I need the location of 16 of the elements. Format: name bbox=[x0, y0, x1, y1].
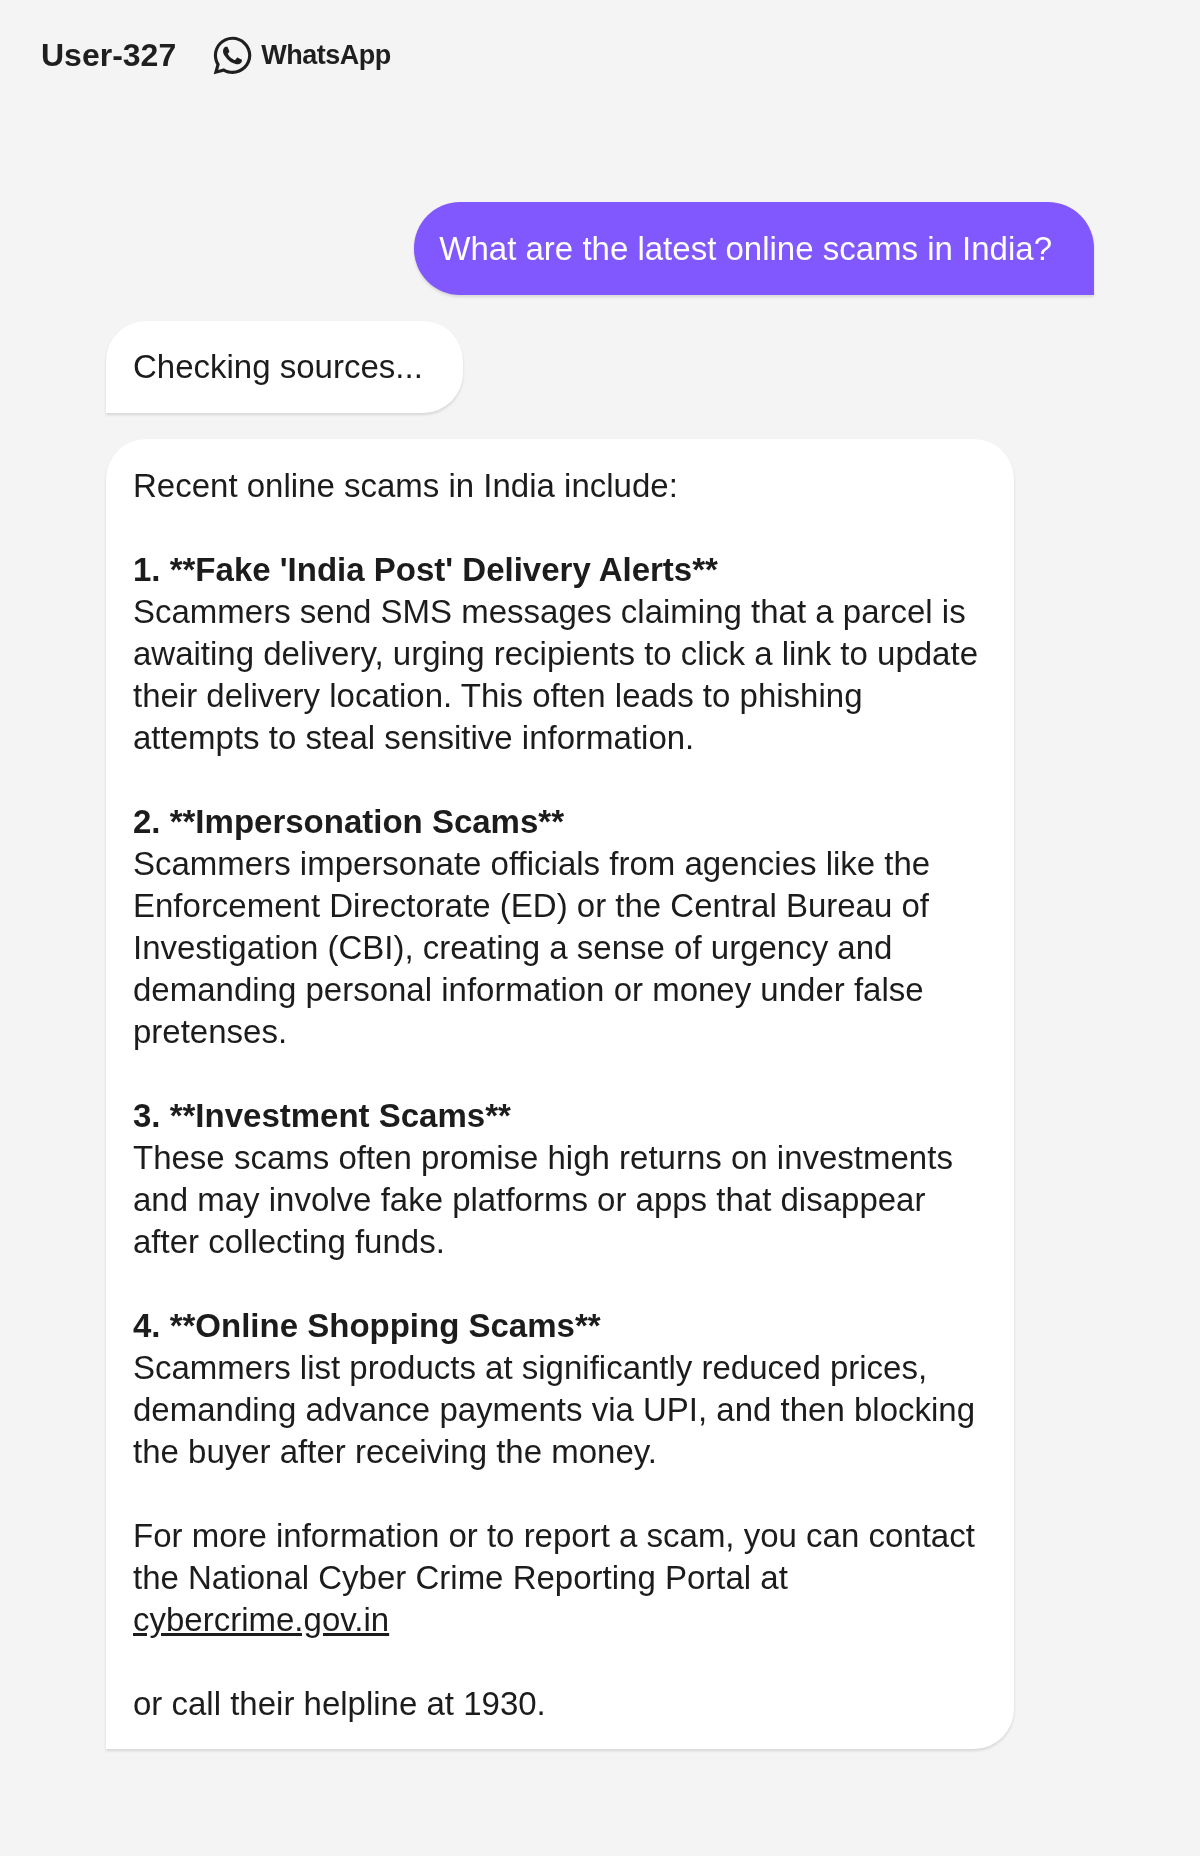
message-paragraph: or call their helpline at 1930. bbox=[133, 1684, 547, 1724]
item-text: These scams often promise high returns on investments and may involve fake platforms or apps that disappear after collecting funds. bbox=[133, 1138, 954, 1262]
item-text: Scammers send SMS messages claiming that a parcel is awaiting delivery, urging recipients to click a link to update their delivery location. This often leads to phishing attempts to steal sensitive information. bbox=[133, 592, 979, 758]
channel-name: WhatsApp bbox=[261, 39, 391, 72]
message-text: What are the latest online scams in India? bbox=[439, 230, 1052, 267]
message-paragraph: For more information or to report a scam, you can contact the National Cyber Crime Reporting Portal at cybercrime.gov.in bbox=[133, 1516, 976, 1640]
website-link[interactable]: cybercrime.gov.in bbox=[133, 1601, 390, 1638]
item-heading: 3. **Investment Scams** bbox=[133, 1096, 512, 1136]
item-heading: 2. **Impersonation Scams** bbox=[133, 802, 565, 842]
message-paragraph: Recent online scams in India include: bbox=[133, 466, 679, 506]
item-text: Scammers impersonate officials from agencies like the Enforcement Directorate (ED) or the Central Bureau of Investigation (CBI), creating a sense of urgency and demanding personal information or money under false pretenses. bbox=[133, 844, 932, 1052]
status-text: Checking sources... bbox=[133, 348, 423, 385]
item-heading: 1. **Fake 'India Post' Delivery Alerts** bbox=[133, 550, 719, 590]
item-heading: 4. **Online Shopping Scams** bbox=[133, 1306, 602, 1346]
user-name: User-327 bbox=[41, 36, 177, 75]
item-text: Scammers list products at significantly reduced prices, demanding advance payments via UPI, and then blocking the buyer after receiving the money. bbox=[133, 1348, 977, 1472]
